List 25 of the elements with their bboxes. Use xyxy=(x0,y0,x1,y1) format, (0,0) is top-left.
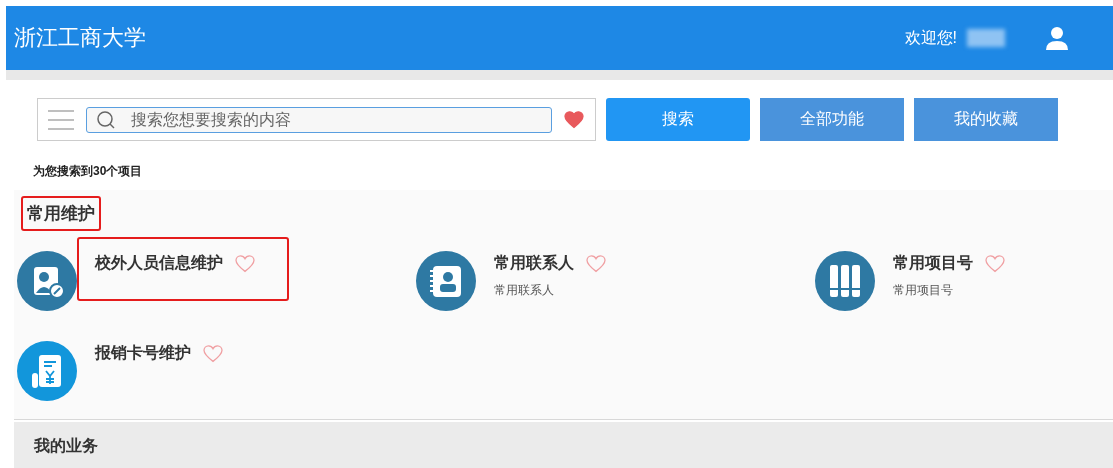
app-icon[interactable] xyxy=(17,251,77,311)
section-title: 常用维护 xyxy=(21,196,101,231)
site-title: 浙江工商大学 xyxy=(14,24,147,52)
welcome-text: 欢迎您! xyxy=(904,27,957,48)
item-title[interactable]: 报销卡号维护 xyxy=(95,343,191,364)
item-subtitle: 常用项目号 xyxy=(893,282,954,299)
item-subtitle: 常用联系人 xyxy=(494,282,555,299)
item-title[interactable]: 常用项目号 xyxy=(893,253,973,274)
heart-icon[interactable] xyxy=(564,110,584,129)
search-icon xyxy=(97,110,115,129)
heart-icon[interactable] xyxy=(203,344,223,363)
item-title[interactable]: 校外人员信息维护 xyxy=(95,253,223,274)
blurred-username xyxy=(967,29,1005,47)
heart-icon[interactable] xyxy=(985,254,1005,273)
result-count: 为您搜索到30个项目 xyxy=(33,163,144,180)
app-icon[interactable] xyxy=(416,251,476,311)
heart-icon[interactable] xyxy=(235,254,255,273)
heart-icon[interactable] xyxy=(586,254,606,273)
user-icon[interactable] xyxy=(1045,26,1069,50)
app-icon[interactable] xyxy=(17,341,77,401)
app-icon[interactable] xyxy=(815,251,875,311)
menu-icon[interactable] xyxy=(48,109,74,130)
item-title[interactable]: 常用联系人 xyxy=(494,253,574,274)
search-field[interactable]: 搜索您想要搜索的内容 xyxy=(86,106,552,133)
section-title: 我的业务 xyxy=(34,437,98,454)
